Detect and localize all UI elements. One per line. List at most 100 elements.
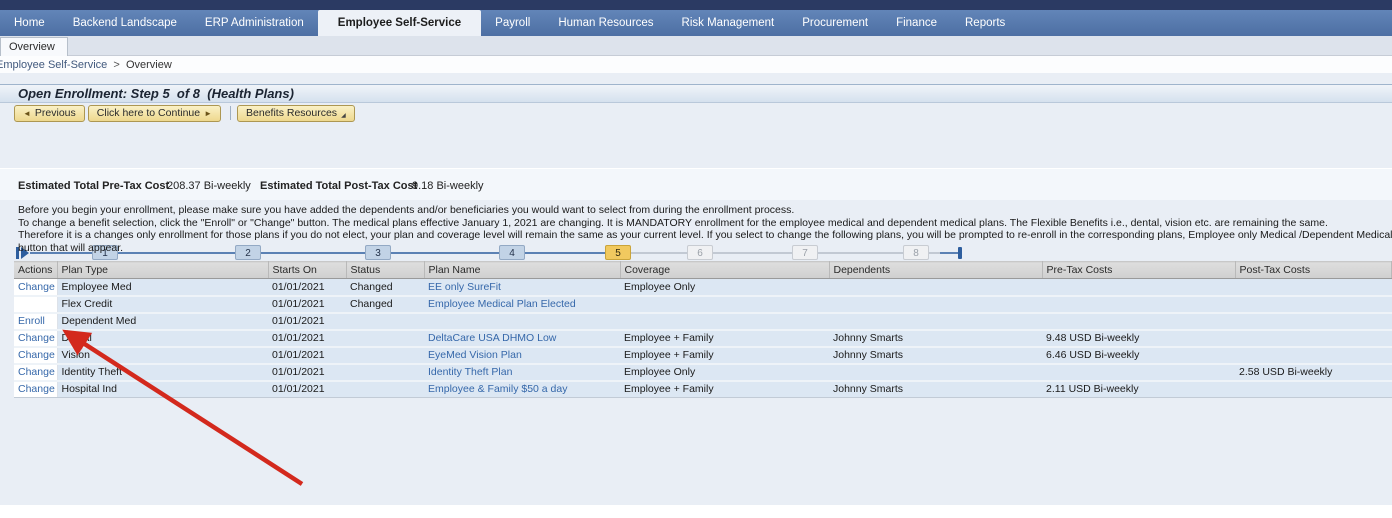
cell-plan-name: EE only SureFit <box>424 278 620 297</box>
plan-name-link[interactable]: Employee Medical Plan Elected <box>428 298 576 310</box>
change-link[interactable]: Change <box>18 349 55 361</box>
plan-name-link[interactable]: Identity Theft Plan <box>428 366 512 378</box>
column-header-coverage: Coverage <box>620 261 830 279</box>
plan-name-link[interactable]: EE only SureFit <box>428 281 501 293</box>
enroll-link[interactable]: Enroll <box>18 315 45 327</box>
cell-status: Changed <box>346 278 424 297</box>
nav-tab-reports[interactable]: Reports <box>951 10 1019 36</box>
cell-pre-tax <box>1042 278 1235 297</box>
cell-pre-tax <box>1042 312 1235 331</box>
breadcrumb: Employee Self-Service > Overview <box>0 59 172 71</box>
column-header-actions: Actions <box>14 261 58 279</box>
app-window: Home Backend Landscape ERP Administration E… <box>0 0 1392 518</box>
instruction-line-2: To change a benefit selection, click the… <box>18 216 1328 229</box>
cell-pre-tax <box>1042 295 1235 314</box>
table-row-dependent-med: Enroll Dependent Med 01/01/2021 <box>14 312 1392 331</box>
benefit-plans-table: Actions Plan Type Starts On Status Plan Name… <box>14 261 1392 398</box>
cell-dependents: Johnny Smarts <box>829 380 1042 398</box>
cell-plan-name <box>424 312 620 331</box>
change-link[interactable]: Change <box>18 383 55 395</box>
pretax-cost-value: 208.37 Bi-weekly <box>167 180 251 192</box>
nav-tab-backend-landscape[interactable]: Backend Landscape <box>59 10 191 36</box>
plan-name-link[interactable]: EyeMed Vision Plan <box>428 349 522 361</box>
column-header-pre-tax-costs: Pre-Tax Costs <box>1042 261 1236 279</box>
cell-action: Change <box>14 380 58 398</box>
main-nav-bar: Home Backend Landscape ERP Administration E… <box>0 10 1392 36</box>
cell-coverage <box>620 295 829 314</box>
cell-plan-name: EyeMed Vision Plan <box>424 346 620 365</box>
cell-dependents <box>829 363 1042 382</box>
column-header-starts-on: Starts On <box>268 261 347 279</box>
cell-plan-type: Vision <box>57 346 268 365</box>
toolbar: ◄ Previous Click here to Continue ► Bene… <box>14 104 358 122</box>
nav-tab-erp-administration[interactable]: ERP Administration <box>191 10 318 36</box>
benefits-resources-label: Benefits Resources <box>246 107 338 119</box>
cell-coverage: Employee Only <box>620 278 829 297</box>
enrollment-roadmap: 1Your Current Benefits Statement2Your 20… <box>0 122 1392 278</box>
cell-starts-on: 01/01/2021 <box>268 363 346 382</box>
nav-tab-risk-management[interactable]: Risk Management <box>668 10 789 36</box>
previous-button[interactable]: ◄ Previous <box>14 104 85 122</box>
breadcrumb-parent-link[interactable]: Employee Self-Service <box>0 59 107 71</box>
cell-status <box>346 312 424 331</box>
column-header-plan-name: Plan Name <box>424 261 621 279</box>
menu-triangle-icon: ◢ <box>341 112 346 119</box>
cell-starts-on: 01/01/2021 <box>268 380 346 398</box>
cell-status <box>346 346 424 365</box>
instruction-line-3: Therefore it is a changes only enrollmen… <box>18 229 1392 241</box>
instruction-line-4: button that will appear. <box>18 241 124 254</box>
continue-button-label: Click here to Continue <box>96 107 201 119</box>
nav-tab-employee-self-service[interactable]: Employee Self-Service <box>317 10 482 36</box>
plan-name-link[interactable]: Employee & Family $50 a day <box>428 383 567 395</box>
browser-top-strip <box>0 0 1392 10</box>
cell-post-tax <box>1235 278 1392 297</box>
previous-button-label: Previous <box>34 107 76 119</box>
cell-status: Changed <box>346 295 424 314</box>
cell-action: Change <box>14 278 58 297</box>
nav-tab-finance[interactable]: Finance <box>882 10 951 36</box>
table-row-identity-theft: Change Identity Theft 01/01/2021 Identity T… <box>14 363 1392 382</box>
left-arrow-icon: ◄ <box>23 108 31 118</box>
tab-overview[interactable]: Overview <box>0 37 68 56</box>
cell-post-tax <box>1235 380 1392 398</box>
cell-plan-name: DeltaCare USA DHMO Low <box>424 329 620 348</box>
cell-plan-type: Flex Credit <box>57 295 268 314</box>
cell-starts-on: 01/01/2021 <box>268 329 346 348</box>
nav-tab-home[interactable]: Home <box>0 10 59 36</box>
cost-summary-row: Estimated Total Pre-Tax Cost 208.37 Bi-w… <box>0 168 1392 200</box>
plan-name-link[interactable]: DeltaCare USA DHMO Low <box>428 332 556 344</box>
cell-plan-type: Hospital Ind <box>57 380 268 398</box>
cell-status <box>346 363 424 382</box>
cell-dependents: Johnny Smarts <box>829 346 1042 365</box>
nav-tab-human-resources[interactable]: Human Resources <box>544 10 667 36</box>
table-row-vision: Change Vision 01/01/2021 EyeMed Vision Plan… <box>14 346 1392 365</box>
change-link[interactable]: Change <box>18 281 55 293</box>
toolbar-divider <box>230 106 232 120</box>
cell-starts-on: 01/01/2021 <box>268 278 346 297</box>
change-link[interactable]: Change <box>18 366 55 378</box>
cell-dependents <box>829 312 1042 331</box>
enrollment-instructions: Before you begin your enrollment, please… <box>18 204 1392 256</box>
cell-starts-on: 01/01/2021 <box>268 346 346 365</box>
cell-status <box>346 329 424 348</box>
subtab-row: Overview <box>0 36 1392 56</box>
nav-tab-payroll[interactable]: Payroll <box>481 10 544 36</box>
continue-button[interactable]: Click here to Continue ► <box>87 104 222 122</box>
table-row-flex-credit: Flex Credit 01/01/2021 Changed Employee Med… <box>14 295 1392 314</box>
cell-coverage: Employee Only <box>620 363 829 382</box>
change-link[interactable]: Change <box>18 332 55 344</box>
cell-post-tax <box>1235 329 1392 348</box>
cell-plan-name: Identity Theft Plan <box>424 363 620 382</box>
table-row-dental: Change Dental 01/01/2021 DeltaCare USA DHMO… <box>14 329 1392 348</box>
breadcrumb-current: Overview <box>125 58 172 71</box>
instruction-line-1: Before you begin your enrollment, please… <box>18 204 795 216</box>
cell-post-tax <box>1235 312 1392 331</box>
table-row-hospital-ind: Change Hospital Ind 01/01/2021 Employee & F… <box>14 380 1392 398</box>
cell-dependents <box>829 278 1042 297</box>
cell-plan-type: Dependent Med <box>57 312 268 331</box>
cell-action: Change <box>14 346 58 365</box>
cell-dependents <box>829 295 1042 314</box>
cell-plan-type: Employee Med <box>57 278 268 297</box>
nav-tab-procurement[interactable]: Procurement <box>788 10 882 36</box>
benefits-resources-menu-button[interactable]: Benefits Resources ◢ <box>237 104 355 122</box>
